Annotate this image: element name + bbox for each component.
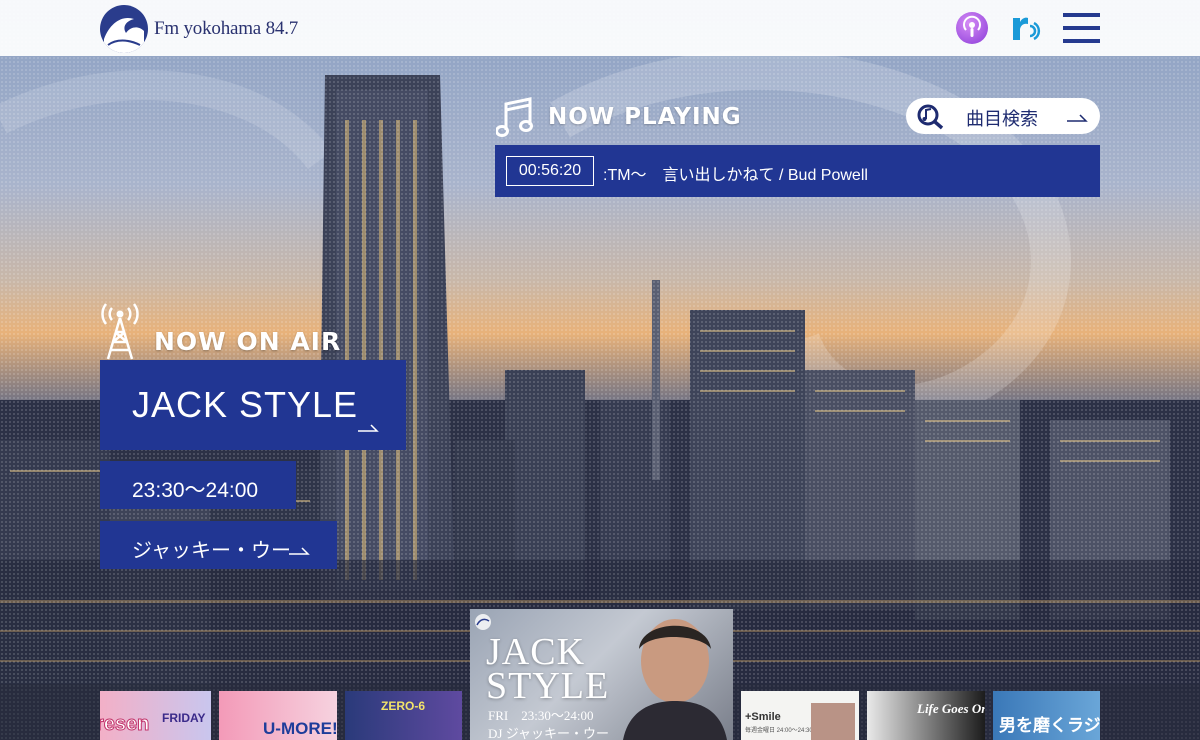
- carousel-item[interactable]: +Smile 毎週金曜日 24:00～24:30: [741, 691, 859, 740]
- logo-text: Fm yokohama 84.7: [154, 18, 299, 39]
- arrow-right-icon: [1067, 114, 1088, 122]
- now-playing-title: NOW PLAYING: [548, 104, 742, 130]
- carousel-item-title: ZERO-6: [381, 699, 426, 713]
- now-playing-heading: NOW PLAYING: [496, 96, 742, 138]
- portrait-image: [811, 703, 855, 740]
- site-header: Fm yokohama 84.7: [0, 0, 1200, 56]
- carousel-item-title: 男を磨くラジオ: [999, 716, 1100, 736]
- carousel-item[interactable]: ZERO-6: [345, 691, 462, 740]
- now-playing-time: 00:56:20: [506, 156, 594, 186]
- featured-title-line1: JACK: [486, 631, 586, 673]
- carousel-item-title: resen: [100, 713, 150, 736]
- arrow-right-icon: [289, 547, 310, 555]
- program-title: JACK STYLE: [132, 384, 359, 425]
- program-title-link[interactable]: JACK STYLE: [100, 360, 406, 450]
- carousel-item-title: Life Goes On: [917, 701, 985, 716]
- program-time-text: 23:30～24:00: [132, 479, 259, 502]
- dj-name: ジャッキー・ウー: [132, 540, 291, 562]
- dj-link[interactable]: ジャッキー・ウー: [100, 521, 337, 569]
- carousel-item-subtitle: 毎週金曜日 24:00～24:30: [745, 728, 813, 734]
- radiko-icon[interactable]: [1010, 12, 1042, 44]
- arrow-right-icon: [358, 424, 379, 432]
- hamburger-menu-icon[interactable]: [1063, 13, 1100, 43]
- wave-logo-icon: [475, 614, 491, 630]
- song-search-label: 曲目検索: [966, 109, 1038, 129]
- music-search-icon: [917, 104, 944, 130]
- wave-logo-icon: [100, 5, 148, 53]
- now-playing-bar: 00:56:20 :TM～ 言い出しかねて / Bud Powell: [495, 145, 1100, 197]
- featured-program-card[interactable]: JACK STYLE FRI 23:30～24:00 DJ ジャッキー・ウー: [470, 609, 733, 740]
- dj-portrait-image: [623, 619, 727, 740]
- now-on-air-heading: NOW ON AIR: [100, 298, 341, 360]
- carousel-item[interactable]: Life Goes On: [867, 691, 985, 740]
- featured-time: FRI 23:30～24:00: [488, 708, 594, 723]
- carousel-item[interactable]: 男を磨くラジオ: [993, 691, 1100, 740]
- program-time: 23:30～24:00: [100, 461, 296, 509]
- now-playing-song: :TM～ 言い出しかねて / Bud Powell: [603, 167, 868, 184]
- podcast-icon[interactable]: [956, 12, 988, 44]
- now-on-air-title: NOW ON AIR: [154, 327, 342, 356]
- carousel-item-title: +Smile: [745, 711, 781, 723]
- carousel-item[interactable]: U-MORE!: [219, 691, 337, 740]
- song-search-button[interactable]: 曲目検索: [906, 98, 1100, 134]
- radio-tower-icon: [101, 303, 139, 360]
- carousel-item-title: U-MORE!: [263, 719, 337, 738]
- carousel-item[interactable]: resen FRIDAY: [100, 691, 211, 740]
- site-logo[interactable]: Fm yokohama 84.7: [100, 5, 298, 53]
- music-note-icon: [496, 97, 533, 137]
- carousel-item-subtitle: FRIDAY: [162, 711, 206, 725]
- featured-dj: DJ ジャッキー・ウー: [488, 726, 610, 740]
- featured-title-line2: STYLE: [486, 665, 610, 707]
